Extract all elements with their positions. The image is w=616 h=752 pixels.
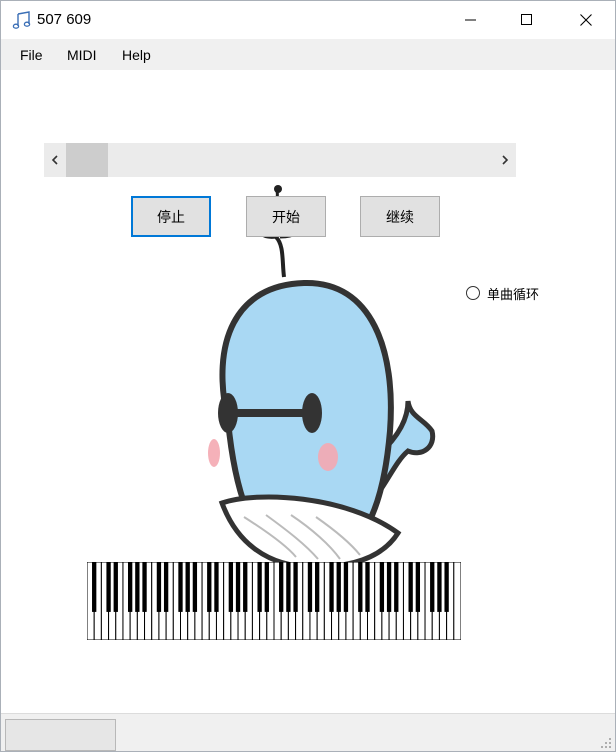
maximize-button[interactable] — [499, 1, 555, 39]
black-key[interactable] — [156, 562, 162, 612]
menu-midi[interactable]: MIDI — [67, 47, 97, 63]
black-key[interactable] — [329, 562, 334, 612]
black-key[interactable] — [142, 562, 147, 612]
white-key[interactable] — [453, 562, 461, 640]
black-key[interactable] — [178, 562, 183, 612]
minimize-icon — [465, 19, 476, 21]
scroll-thumb[interactable] — [66, 143, 108, 177]
black-key[interactable] — [235, 562, 241, 612]
black-key[interactable] — [214, 562, 219, 612]
black-key[interactable] — [135, 562, 140, 612]
black-key[interactable] — [128, 562, 133, 612]
black-key[interactable] — [243, 562, 248, 612]
close-icon — [580, 14, 592, 26]
black-key[interactable] — [444, 562, 449, 612]
music-note-icon — [12, 10, 32, 30]
start-button[interactable]: 开始 — [246, 196, 326, 237]
black-key[interactable] — [386, 562, 392, 612]
chevron-left-icon — [51, 155, 58, 165]
black-key[interactable] — [343, 562, 349, 612]
menu-file[interactable]: File — [20, 47, 43, 63]
resume-button[interactable]: 继续 — [360, 196, 440, 237]
loop-label: 单曲循环 — [487, 286, 540, 302]
black-key[interactable] — [257, 562, 262, 612]
black-key[interactable] — [228, 562, 234, 612]
whale-illustration — [208, 185, 436, 566]
black-key[interactable] — [106, 562, 111, 612]
resize-grip-icon[interactable] — [600, 737, 612, 749]
black-key[interactable] — [207, 562, 212, 612]
playback-scrollbar[interactable] — [44, 143, 516, 177]
black-key[interactable] — [286, 562, 291, 612]
status-bar — [1, 713, 615, 751]
black-key[interactable] — [315, 562, 320, 612]
black-key[interactable] — [163, 562, 169, 612]
black-key[interactable] — [307, 562, 313, 612]
black-key[interactable] — [365, 562, 370, 612]
black-key[interactable] — [358, 562, 363, 612]
maximize-icon — [521, 14, 532, 25]
menu-bar: File MIDI Help — [1, 39, 615, 70]
stop-button[interactable]: 停止 — [131, 196, 211, 237]
single-loop-option[interactable]: 单曲循环 — [466, 284, 539, 302]
black-key[interactable] — [437, 562, 442, 612]
window-title: 507 609 — [37, 11, 92, 28]
black-key[interactable] — [394, 562, 399, 612]
black-key[interactable] — [279, 562, 284, 612]
black-key[interactable] — [408, 562, 413, 612]
black-key[interactable] — [113, 562, 118, 612]
scroll-left-button[interactable] — [44, 143, 66, 177]
black-key[interactable] — [336, 562, 341, 612]
menu-help[interactable]: Help — [122, 47, 151, 63]
black-key[interactable] — [293, 562, 298, 612]
black-key[interactable] — [192, 562, 198, 612]
black-key[interactable] — [185, 562, 190, 612]
status-panel — [5, 719, 116, 751]
black-key[interactable] — [92, 562, 97, 612]
close-button[interactable] — [558, 1, 614, 39]
black-key[interactable] — [415, 562, 421, 612]
main-window: 507 609 File MIDI Help 停止 开始 继续 单曲循环 — [0, 0, 616, 752]
black-key[interactable] — [379, 562, 385, 612]
loop-radio[interactable] — [466, 286, 480, 300]
scroll-right-button[interactable] — [494, 143, 516, 177]
black-key[interactable] — [264, 562, 269, 612]
black-key[interactable] — [430, 562, 435, 612]
title-bar[interactable]: 507 609 — [1, 1, 615, 39]
minimize-button[interactable] — [443, 1, 499, 39]
chevron-right-icon — [502, 155, 509, 165]
piano-keyboard[interactable] — [87, 562, 461, 640]
